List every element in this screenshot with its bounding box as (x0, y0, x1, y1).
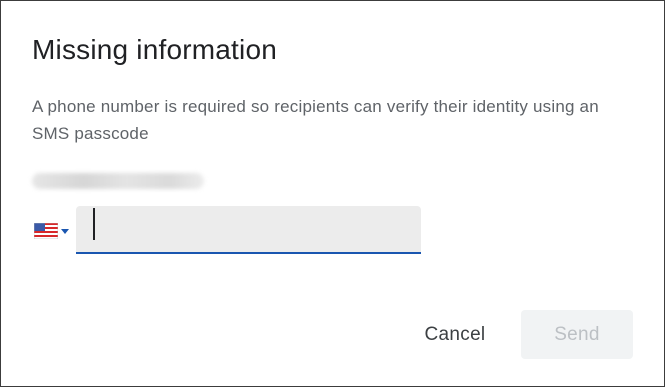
country-code-selector[interactable] (34, 221, 74, 241)
chevron-down-icon (61, 228, 69, 234)
missing-information-dialog: Missing information A phone number is re… (0, 0, 665, 387)
text-cursor (93, 208, 95, 240)
phone-number-field[interactable] (76, 206, 421, 254)
recipient-email-redacted (32, 173, 204, 189)
send-button[interactable]: Send (521, 310, 633, 359)
dialog-description: A phone number is required so recipients… (32, 97, 599, 143)
us-flag-icon (34, 223, 58, 239)
cancel-button[interactable]: Cancel (409, 313, 501, 357)
dialog-title: Missing information (32, 34, 277, 65)
phone-number-input[interactable] (76, 206, 421, 252)
